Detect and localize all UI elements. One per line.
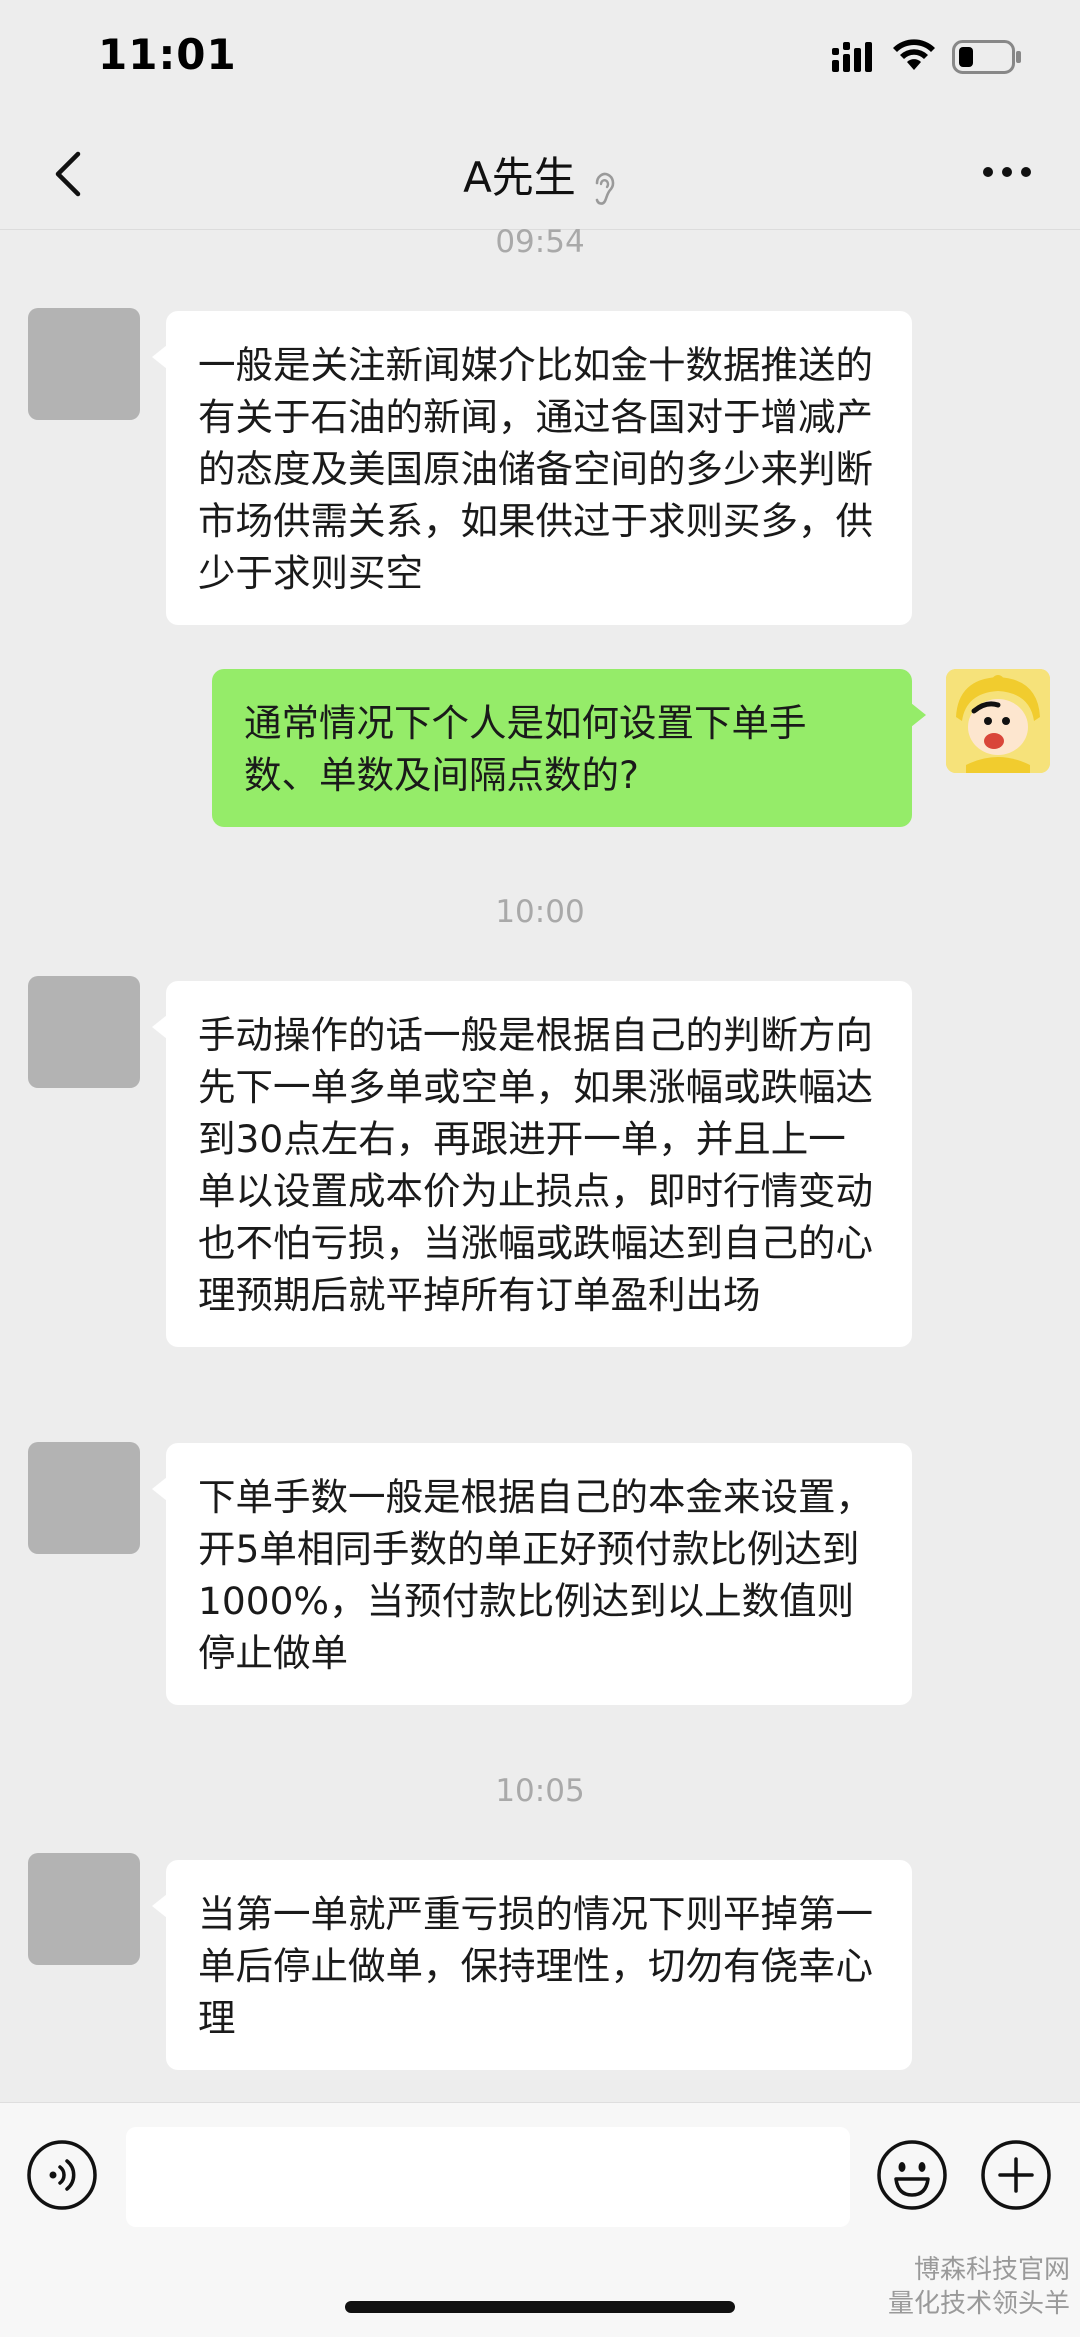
emoji-icon[interactable] — [876, 2139, 948, 2211]
contact-avatar[interactable] — [28, 308, 140, 420]
self-avatar[interactable] — [946, 669, 1050, 773]
ear-icon — [595, 172, 615, 205]
cartoon-avatar-image — [946, 669, 1050, 773]
contact-avatar[interactable] — [28, 976, 140, 1088]
chat-screen: 11:01 A先生 09:54 一般是关注新闻媒介比如金十数据推送的有关于石油的… — [0, 0, 1080, 2337]
battery-icon — [952, 40, 1021, 74]
incoming-message-bubble[interactable]: 下单手数一般是根据自己的本金来设置，开5单相同手数的单正好预付款比例达到1000… — [152, 1443, 912, 1705]
nav-bar: A先生 — [0, 118, 1080, 230]
status-time: 11:01 — [98, 30, 237, 79]
more-icon[interactable] — [982, 162, 1032, 182]
message-input[interactable] — [126, 2127, 850, 2227]
message-list[interactable]: 09:54 一般是关注新闻媒介比如金十数据推送的有关于石油的新闻，通过各国对于增… — [0, 224, 1080, 2101]
message-timestamp: 10:05 — [495, 1773, 585, 1809]
home-indicator[interactable] — [345, 2301, 735, 2313]
message-timestamp: 09:54 — [495, 224, 585, 260]
voice-icon[interactable] — [26, 2139, 98, 2211]
nav-title-wrap: A先生 — [0, 144, 1080, 207]
message-timestamp: 10:00 — [495, 894, 585, 930]
status-bar: 11:01 — [0, 0, 1080, 118]
contact-name[interactable]: A先生 — [463, 153, 576, 202]
watermark-line: 博森科技官网 — [913, 2255, 1070, 2285]
watermark: 博森科技官网 量化技术领头羊 — [830, 2253, 1070, 2321]
contact-avatar[interactable] — [28, 1853, 140, 1965]
signal-icon — [832, 42, 872, 72]
watermark-line: 量化技术领头羊 — [887, 2289, 1070, 2319]
input-bar: 博森科技官网 量化技术领头羊 — [0, 2102, 1080, 2337]
contact-avatar[interactable] — [28, 1442, 140, 1554]
outgoing-message-bubble[interactable]: 通常情况下个人是如何设置下单手数、单数及间隔点数的? — [212, 669, 926, 827]
wifi-icon — [893, 39, 935, 70]
incoming-message-bubble[interactable]: 当第一单就严重亏损的情况下则平掉第一单后停止做单，保持理性，切勿有侥幸心理 — [152, 1860, 912, 2070]
incoming-message-bubble[interactable]: 一般是关注新闻媒介比如金十数据推送的有关于石油的新闻，通过各国对于增减产的态度及… — [152, 311, 912, 625]
plus-icon[interactable] — [980, 2139, 1052, 2211]
incoming-message-bubble[interactable]: 手动操作的话一般是根据自己的判断方向先下一单多单或空单，如果涨幅或跌幅达到30点… — [152, 981, 912, 1347]
